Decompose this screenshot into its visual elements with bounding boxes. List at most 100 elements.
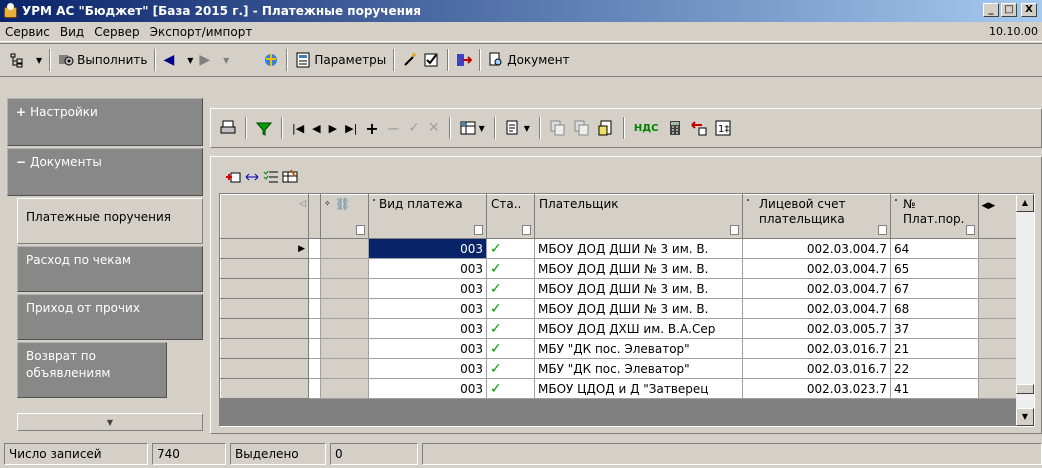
- prev-record-button[interactable]: ◀: [309, 116, 323, 140]
- cell-number[interactable]: 65: [889, 258, 980, 279]
- params-button[interactable]: Параметры: [292, 48, 389, 72]
- link-cell[interactable]: [320, 258, 369, 279]
- sidebar-scroll-down-button[interactable]: ▼: [17, 413, 203, 431]
- table-row[interactable]: 003 ✓ МБОУ ДОД ДШИ № 3 им. В. 002.03.004.7 6…: [220, 298, 1032, 319]
- cell-status[interactable]: ✓: [486, 278, 535, 299]
- row-indicator[interactable]: [220, 358, 309, 379]
- cell-payment-type[interactable]: 003: [368, 278, 487, 299]
- cell-status[interactable]: ✓: [486, 338, 535, 359]
- cell-payer[interactable]: МБОУ ДОД ДШИ № 3 им. В.: [534, 238, 743, 259]
- column-header-payment-type[interactable]: ˚ Вид платежа: [368, 194, 487, 239]
- column-settings-icon[interactable]: [282, 169, 298, 185]
- link-cell[interactable]: [320, 238, 369, 259]
- link-cell[interactable]: [320, 278, 369, 299]
- column-filter-icon[interactable]: [966, 225, 976, 235]
- cell-number[interactable]: 67: [889, 278, 980, 299]
- last-record-button[interactable]: ▶|: [342, 116, 360, 140]
- menu-view[interactable]: Вид: [55, 22, 89, 42]
- cell-number[interactable]: 41: [889, 378, 980, 399]
- cell-status[interactable]: ✓: [486, 238, 535, 259]
- wand-button[interactable]: [399, 48, 421, 72]
- minimize-button[interactable]: _: [983, 3, 999, 17]
- row-indicator[interactable]: [220, 278, 309, 299]
- row-indicator[interactable]: [220, 258, 309, 279]
- cell-account[interactable]: 002.03.023.7: [742, 378, 891, 399]
- scroll-up-button[interactable]: ▲: [1016, 194, 1034, 212]
- link-cell[interactable]: [320, 378, 369, 399]
- link-column-header[interactable]: ✧ ⛓: [320, 194, 369, 239]
- cell-account[interactable]: 002.03.004.7: [742, 258, 891, 279]
- back-button[interactable]: ◀ ▼: [160, 48, 196, 72]
- cell-payer[interactable]: МБОУ ЦДОД и Д "Затверец: [534, 378, 743, 399]
- next-record-button[interactable]: ▶: [326, 116, 340, 140]
- table-row[interactable]: 003 ✓ МБОУ ДОД ДШИ № 3 им. В. 002.03.004.7 6…: [220, 258, 1032, 279]
- tree-view-button[interactable]: ▼: [6, 48, 45, 72]
- cell-status[interactable]: ✓: [486, 258, 535, 279]
- cell-account[interactable]: 002.03.016.7: [742, 358, 891, 379]
- cell-number[interactable]: 37: [889, 318, 980, 339]
- check-button[interactable]: [421, 48, 443, 72]
- exchange-button[interactable]: [688, 116, 710, 140]
- link-cell[interactable]: [320, 298, 369, 319]
- cell-payer[interactable]: МБУ "ДК пос. Элеватор": [534, 358, 743, 379]
- scroll-thumb[interactable]: [1016, 384, 1034, 394]
- scroll-down-button[interactable]: ▼: [1016, 408, 1034, 426]
- number-button[interactable]: 1‡: [712, 116, 734, 140]
- note-button[interactable]: [595, 116, 617, 140]
- filter-button[interactable]: [253, 116, 275, 140]
- cell-payment-type[interactable]: 003: [368, 358, 487, 379]
- cell-payment-type[interactable]: 003: [368, 338, 487, 359]
- table-row[interactable]: 003 ✓ МБУ "ДК пос. Элеватор" 002.03.016.7 22: [220, 358, 1032, 379]
- column-header-payer[interactable]: Плательщик: [534, 194, 743, 239]
- cell-status[interactable]: ✓: [486, 358, 535, 379]
- column-header-number[interactable]: ˚ № Плат.пор.: [889, 194, 980, 239]
- cell-payer[interactable]: МБОУ ДОД ДШИ № 3 им. В.: [534, 278, 743, 299]
- forward-button[interactable]: ▶ ▼: [196, 48, 232, 72]
- add-record-button[interactable]: +: [362, 116, 381, 140]
- paste-button[interactable]: [571, 116, 593, 140]
- column-filter-icon[interactable]: [730, 225, 739, 235]
- sidebar-item-ad-returns[interactable]: Возврат по объявлениям: [17, 342, 167, 398]
- cell-payment-type[interactable]: 003: [368, 318, 487, 339]
- close-button[interactable]: X: [1021, 3, 1037, 17]
- column-filter-icon[interactable]: [878, 225, 887, 235]
- cancel-record-button[interactable]: ✕: [425, 116, 443, 140]
- row-indicator[interactable]: [220, 378, 309, 399]
- link-cell[interactable]: [320, 358, 369, 379]
- row-indicator[interactable]: [220, 318, 309, 339]
- column-header-account[interactable]: ˚ Лицевой счет плательщика: [742, 194, 891, 239]
- table-row[interactable]: 003 ✓ МБУ "ДК пос. Элеватор" 002.03.016.7 21: [220, 338, 1032, 359]
- column-header-status[interactable]: Ста..: [486, 194, 535, 239]
- menu-export-import[interactable]: Экспорт/импорт: [145, 22, 258, 42]
- document-button[interactable]: Документ: [485, 48, 572, 72]
- table-row[interactable]: 003 ✓ МБОУ ДОД ДШИ № 3 им. В. 002.03.004.7 6…: [220, 278, 1032, 299]
- insert-row-icon[interactable]: [225, 169, 241, 185]
- row-indicator[interactable]: ▶: [220, 238, 309, 259]
- column-filter-icon[interactable]: [356, 225, 365, 235]
- settings-group-header[interactable]: + Настройки: [7, 98, 203, 146]
- list-select-icon[interactable]: [263, 169, 279, 185]
- menu-service[interactable]: Сервис: [0, 22, 55, 42]
- cell-payment-type[interactable]: 003: [368, 378, 487, 399]
- cell-payer[interactable]: МБОУ ДОД ДШИ № 3 им. В.: [534, 298, 743, 319]
- cell-account[interactable]: 002.03.004.7: [742, 278, 891, 299]
- report-button[interactable]: ▼: [502, 116, 533, 140]
- cell-payer[interactable]: МБОУ ДОД ДШИ № 3 им. В.: [534, 258, 743, 279]
- table-button[interactable]: ▼: [457, 116, 488, 140]
- documents-group-header[interactable]: − Документы: [7, 148, 203, 196]
- cell-account[interactable]: 002.03.004.7: [742, 238, 891, 259]
- cell-payment-type[interactable]: 003: [368, 298, 487, 319]
- copy-button[interactable]: [547, 116, 569, 140]
- cell-number[interactable]: 22: [889, 358, 980, 379]
- exit-button[interactable]: [453, 48, 475, 72]
- cell-number[interactable]: 64: [889, 238, 980, 259]
- cell-payment-type[interactable]: 003: [368, 258, 487, 279]
- resize-columns-icon[interactable]: [244, 169, 260, 185]
- cell-payment-type[interactable]: 003: [368, 238, 487, 259]
- cell-account[interactable]: 002.03.004.7: [742, 298, 891, 319]
- sidebar-item-other-income[interactable]: Приход от прочих: [17, 294, 203, 340]
- run-button[interactable]: Выполнить: [55, 48, 150, 72]
- cell-status[interactable]: ✓: [486, 378, 535, 399]
- cell-payer[interactable]: МБОУ ДОД ДХШ им. В.А.Сер: [534, 318, 743, 339]
- table-row[interactable]: 003 ✓ МБОУ ДОД ДХШ им. В.А.Сер 002.03.005.7…: [220, 318, 1032, 339]
